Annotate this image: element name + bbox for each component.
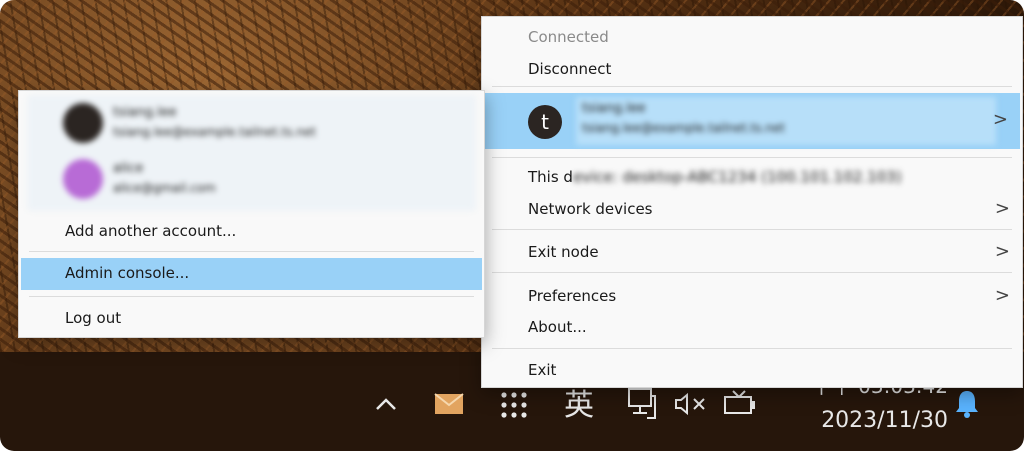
connection-status: Connected [528, 28, 609, 46]
account-name: alice [113, 161, 144, 176]
separator [29, 296, 474, 297]
show-hidden-icons-button[interactable] [372, 390, 400, 418]
network-devices-item[interactable]: Network devices [528, 200, 652, 218]
notifications-button[interactable] [952, 388, 982, 420]
monitor-network-icon [628, 388, 656, 419]
account-avatar [63, 159, 103, 199]
account-name: tsiang.lee [582, 101, 646, 116]
separator [492, 272, 1012, 273]
network-status-button[interactable] [626, 385, 658, 421]
account-item[interactable]: t tsiang.lee tsiang.lee@example.tailnet.… [484, 93, 1020, 149]
account-avatar [63, 103, 103, 143]
chevron-right-icon: > [994, 241, 1010, 262]
this-device-prefix: This d [528, 168, 573, 186]
clock-date: 2023/11/30 [821, 407, 948, 433]
tailscale-tray-menu: Connected Disconnect t tsiang.lee tsiang… [481, 16, 1023, 388]
admin-console-item[interactable]: Admin console... [21, 258, 482, 290]
account-list: tsiang.lee tsiang.lee@example.tailnet.ts… [27, 95, 476, 211]
chevron-right-icon: > [994, 198, 1010, 219]
account-submenu: tsiang.lee tsiang.lee@example.tailnet.ts… [18, 90, 485, 338]
separator [492, 157, 1012, 158]
mail-icon [434, 393, 464, 414]
account-name: tsiang.lee [113, 105, 177, 120]
bell-icon [956, 391, 978, 418]
app-grid-button[interactable] [498, 390, 530, 420]
input-method-indicator[interactable]: 英 [562, 382, 596, 423]
exit-node-item[interactable]: Exit node [528, 243, 599, 261]
separator [29, 251, 474, 252]
disconnect-item[interactable]: Disconnect [528, 60, 611, 78]
admin-console-label: Admin console... [65, 264, 190, 282]
account-email: alice@gmail.com [113, 181, 216, 195]
add-account-item[interactable]: Add another account... [65, 222, 236, 240]
about-item[interactable]: About... [528, 318, 587, 336]
battery-icon [724, 390, 755, 414]
chevron-up-icon [376, 398, 396, 410]
account-email: tsiang.lee@example.tailnet.ts.net [582, 121, 785, 135]
separator [492, 348, 1012, 349]
account-row[interactable]: alice alice@gmail.com [27, 153, 476, 209]
account-avatar: t [528, 105, 562, 139]
separator [492, 229, 1012, 230]
account-email: tsiang.lee@example.tailnet.ts.net [113, 125, 316, 139]
this-device-detail: evice: desktop-ABC1234 (100.101.102.103) [572, 168, 902, 186]
log-out-item[interactable]: Log out [65, 309, 121, 327]
account-row[interactable]: tsiang.lee tsiang.lee@example.tailnet.ts… [27, 95, 476, 151]
preferences-item[interactable]: Preferences [528, 287, 616, 305]
chevron-right-icon: > [994, 285, 1010, 306]
this-device-label[interactable]: This device: desktop-ABC1234 (100.101.10… [528, 168, 902, 186]
battery-button[interactable] [722, 388, 760, 418]
chevron-right-icon: > [992, 109, 1008, 130]
volume-button[interactable] [674, 390, 708, 418]
separator [492, 86, 1012, 87]
account-blur-overlay: tsiang.lee tsiang.lee@example.tailnet.ts… [576, 97, 996, 145]
exit-item[interactable]: Exit [528, 361, 556, 379]
app-grid-icon [501, 392, 527, 418]
mail-tray-button[interactable] [434, 392, 464, 416]
volume-muted-icon [675, 392, 705, 416]
